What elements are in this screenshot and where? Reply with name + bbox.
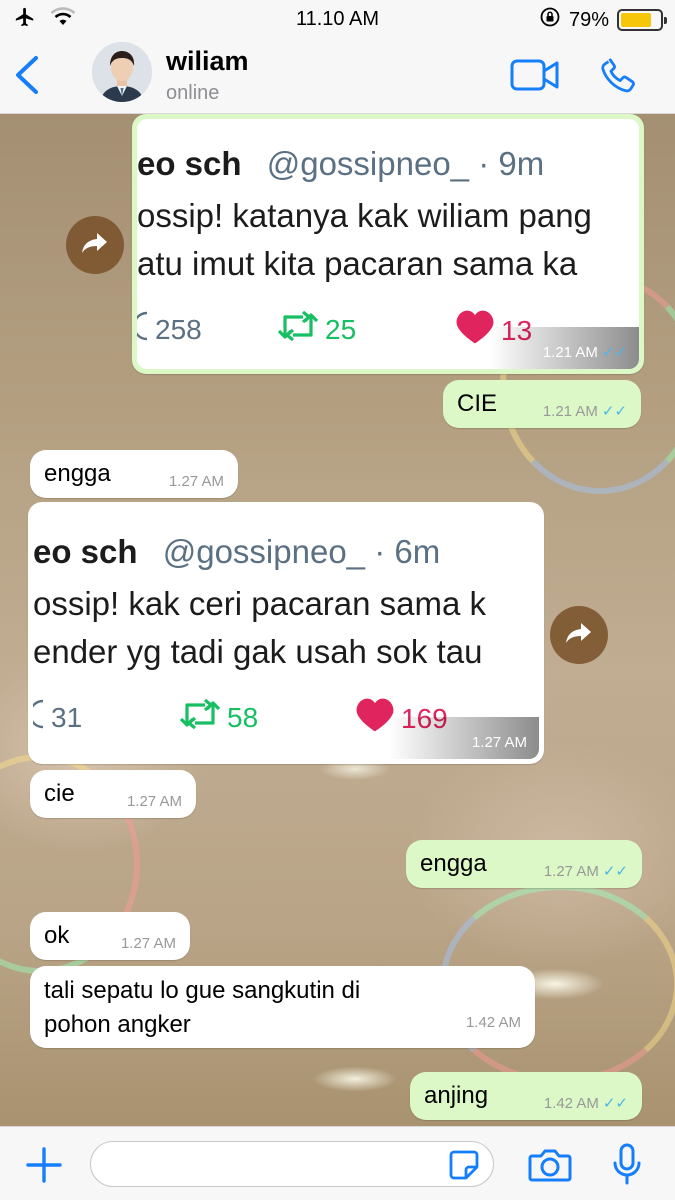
message-text: ok xyxy=(44,922,70,949)
phone-icon[interactable] xyxy=(598,54,640,101)
message-time: 1.27 AM xyxy=(471,734,527,751)
tweet-text-line: ender yg tadi gak usah sok tau xyxy=(33,633,483,670)
forward-button[interactable] xyxy=(66,216,124,274)
battery-level-fill xyxy=(621,13,652,27)
tweet-reply-count: 258 xyxy=(155,313,202,345)
retweet-icon xyxy=(179,697,221,738)
tweet-text-line: ossip! kak ceri pacaran sama k xyxy=(33,585,487,622)
forward-icon xyxy=(81,231,109,260)
status-bar: 11.10 AM 79% xyxy=(0,0,675,36)
camera-icon[interactable] xyxy=(528,1147,572,1188)
retweet-icon xyxy=(277,309,319,350)
plus-icon[interactable] xyxy=(24,1145,64,1190)
tweet-age: · 9m xyxy=(478,145,545,182)
battery-percent: 79% xyxy=(568,8,609,31)
chat-header: wiliam online xyxy=(0,36,675,114)
microphone-icon[interactable] xyxy=(612,1143,642,1190)
image-message[interactable]: eo sch @gossipneo_ · 9m ossip! katanya k… xyxy=(132,114,644,374)
tweet-author-name: eo sch xyxy=(137,145,242,182)
message-text: CIE xyxy=(457,390,498,417)
message-text: engga xyxy=(44,460,111,487)
reply-icon xyxy=(137,309,149,350)
message-time: 1.27 AM xyxy=(120,935,176,952)
tweet-reply-count: 31 xyxy=(51,701,83,733)
message-input-bar xyxy=(0,1126,675,1200)
incoming-message[interactable]: tali sepatu lo gue sangkutin di pohon an… xyxy=(30,966,535,1048)
outgoing-message[interactable]: anjing 1.42 AM ✓✓ xyxy=(410,1072,642,1120)
tweet-handle: @gossipneo_ xyxy=(266,145,470,182)
message-time-text: 1.21 AM xyxy=(542,344,598,361)
double-tick-icon: ✓✓ xyxy=(601,403,627,420)
tweet-header-line: eo sch @gossipneo_ · 6m xyxy=(33,533,440,571)
battery-icon xyxy=(617,9,667,31)
contact-name[interactable]: wiliam xyxy=(166,46,249,77)
message-input[interactable] xyxy=(90,1141,494,1187)
forward-icon xyxy=(565,621,593,650)
tweet-handle: @gossipneo_ xyxy=(162,533,366,570)
tweet-retweets: 58 xyxy=(179,697,258,738)
avatar[interactable] xyxy=(92,42,152,102)
message-text: cie xyxy=(44,780,75,807)
message-time: 1.27 AM xyxy=(126,793,182,810)
tweet-screenshot: eo sch @gossipneo_ · 6m ossip! kak ceri … xyxy=(33,507,539,759)
tweet-header-line: eo sch @gossipneo_ · 9m xyxy=(137,145,544,183)
message-time: 1.27 AM ✓✓ xyxy=(544,862,628,880)
video-call-icon[interactable] xyxy=(510,58,560,97)
double-tick-icon: ✓✓ xyxy=(602,863,628,880)
message-time: 1.27 AM xyxy=(168,473,224,490)
message-time-text: 1.27 AM xyxy=(543,863,599,880)
orientation-lock-icon xyxy=(539,6,561,34)
forward-button[interactable] xyxy=(550,606,608,664)
incoming-message[interactable]: cie 1.27 AM xyxy=(30,770,196,818)
tweet-author-name: eo sch xyxy=(33,533,138,570)
double-tick-icon: ✓✓ xyxy=(602,1095,628,1112)
back-chevron-icon[interactable] xyxy=(10,54,44,101)
message-time-text: 1.21 AM xyxy=(542,403,598,420)
tweet-retweet-count: 25 xyxy=(325,313,357,345)
tweet-retweet-count: 58 xyxy=(227,701,259,733)
chat-area[interactable]: eo sch @gossipneo_ · 9m ossip! katanya k… xyxy=(0,114,675,1126)
message-time: 1.42 AM xyxy=(465,1014,521,1031)
tweet-text-line: ossip! katanya kak wiliam pang xyxy=(137,197,592,234)
message-text-line: pohon angker xyxy=(44,1011,191,1038)
reply-icon xyxy=(33,697,45,738)
message-time: 1.21 AM ✓✓ xyxy=(543,343,627,361)
tweet-replies: 31 xyxy=(33,697,82,738)
sticker-icon[interactable] xyxy=(448,1149,480,1186)
tweet-screenshot: eo sch @gossipneo_ · 9m ossip! katanya k… xyxy=(137,119,639,369)
outgoing-message[interactable]: CIE 1.21 AM ✓✓ xyxy=(443,380,641,428)
incoming-message[interactable]: ok 1.27 AM xyxy=(30,912,190,960)
outgoing-message[interactable]: engga 1.27 AM ✓✓ xyxy=(406,840,642,888)
image-message[interactable]: eo sch @gossipneo_ · 6m ossip! kak ceri … xyxy=(28,502,544,764)
message-time-text: 1.42 AM xyxy=(543,1095,599,1112)
message-text-line: tali sepatu lo gue sangkutin di xyxy=(44,977,361,1004)
tweet-retweets: 25 xyxy=(277,309,356,350)
tweet-age: · 6m xyxy=(374,533,441,570)
message-text: engga xyxy=(420,850,487,877)
message-time: 1.21 AM ✓✓ xyxy=(543,402,627,420)
tweet-replies: 258 xyxy=(137,309,202,350)
message-time: 1.42 AM ✓✓ xyxy=(544,1094,628,1112)
tweet-text-line: atu imut kita pacaran sama ka xyxy=(137,245,578,282)
incoming-message[interactable]: engga 1.27 AM xyxy=(30,450,238,498)
contact-status: online xyxy=(166,82,220,104)
message-text: anjing xyxy=(424,1082,489,1109)
double-tick-icon: ✓✓ xyxy=(601,344,627,361)
